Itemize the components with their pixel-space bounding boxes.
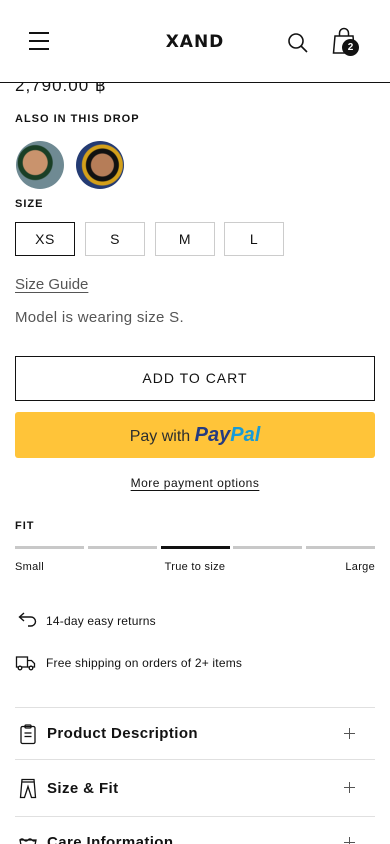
drop-product-thumbnail[interactable] (16, 141, 64, 189)
drop-product-thumbnail[interactable] (76, 141, 124, 189)
accordion-care-information[interactable]: Care Information (15, 816, 375, 844)
paypal-prefix: Pay with (129, 428, 191, 445)
perk-text: Free shipping on orders of 2+ items (46, 656, 243, 670)
plus-icon (344, 836, 358, 844)
search-icon[interactable] (286, 31, 310, 55)
care-icon (19, 837, 37, 844)
more-payment-options-link[interactable]: More payment options (131, 476, 260, 490)
return-arrow-icon (18, 612, 37, 627)
clipboard-icon (20, 723, 36, 744)
size-option-xs[interactable]: XS (15, 222, 75, 256)
fit-scale-segment (233, 546, 302, 549)
model-size-note: Model is wearing size S. (15, 309, 184, 326)
accordion-title: Size & Fit (47, 779, 119, 797)
add-to-cart-button[interactable]: ADD TO CART (15, 356, 375, 401)
accordion-title: Product Description (47, 725, 198, 742)
paypal-logo-pal: Pal (230, 424, 261, 446)
more-payment-options: More payment options (0, 476, 390, 490)
size-option-l[interactable]: L (224, 222, 284, 256)
size-option-s[interactable]: S (85, 222, 145, 256)
cart-count-badge: 2 (342, 39, 359, 56)
accordion-title: Care Information (47, 834, 174, 844)
fit-label: FIT (15, 520, 35, 532)
fit-scale-segment (88, 546, 157, 549)
fit-true-to-size-label: True to size (164, 561, 226, 573)
size-guide-link[interactable]: Size Guide (15, 276, 88, 293)
plus-icon (344, 781, 358, 795)
size-label: SIZE (15, 198, 44, 210)
truck-icon (15, 656, 36, 671)
fit-scale-segment (306, 546, 375, 549)
accordion-product-description[interactable]: Product Description (15, 707, 375, 759)
plus-icon (344, 727, 358, 741)
fit-scale-segment-active (161, 546, 230, 549)
paypal-logo-pay: Pay (194, 424, 231, 446)
fit-large-label: Large (345, 561, 375, 573)
pants-icon (19, 778, 37, 799)
perk-returns: 14-day easy returns (15, 611, 156, 631)
paypal-button[interactable]: Pay with PayPal (15, 412, 375, 458)
site-header: XAND 2 (0, 0, 390, 83)
fit-scale-segment (15, 546, 84, 549)
size-option-m[interactable]: M (155, 222, 215, 256)
accordion-size-fit[interactable]: Size & Fit (15, 759, 375, 816)
perk-shipping: Free shipping on orders of 2+ items (15, 653, 242, 673)
perk-text: 14-day easy returns (46, 614, 156, 628)
drop-section-title: ALSO IN THIS DROP (15, 113, 140, 125)
